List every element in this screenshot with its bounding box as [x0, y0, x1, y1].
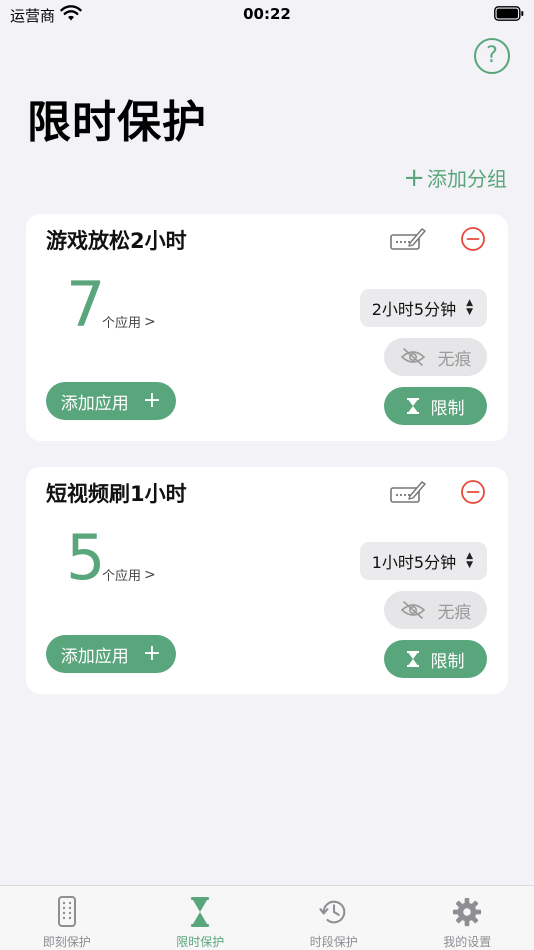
edit-icon[interactable] — [390, 479, 426, 505]
app-count: 5 — [66, 521, 106, 594]
page-title: 限时保护 — [27, 97, 207, 148]
plus-icon: + — [403, 162, 425, 193]
eye-slash-icon — [400, 601, 425, 619]
limit-label: 限制 — [430, 651, 465, 672]
phone-icon — [57, 896, 76, 927]
app-count-label: 个应用 — [102, 316, 142, 331]
add-app-label: 添加应用 — [60, 646, 129, 667]
tab-time-limit-protect[interactable]: 限时保护 — [134, 886, 268, 950]
app-count-label: 个应用 — [102, 569, 142, 584]
chevron-right-icon: > — [144, 313, 156, 330]
group-card: 游戏放松2小时 7 个应用 > 2小时5分钟 ▲ ▼ 无痕 添加应用 + 限制 — [26, 214, 508, 441]
app-list-link[interactable]: 个应用 > — [102, 312, 156, 332]
gear-icon — [453, 897, 482, 927]
limit-button[interactable]: 限制 — [384, 387, 487, 425]
add-app-button[interactable]: 添加应用 + — [46, 635, 176, 673]
tab-instant-protect[interactable]: 即刻保护 — [0, 886, 134, 950]
help-icon: ? — [486, 43, 498, 68]
clock-history-icon — [319, 900, 346, 924]
add-app-label: 添加应用 — [60, 393, 129, 414]
remove-group-icon[interactable] — [460, 226, 486, 252]
add-group-button[interactable]: + 添加分组 — [403, 163, 507, 192]
chevron-updown-icon: ▲ ▼ — [466, 298, 473, 317]
tab-schedule-protect[interactable]: 时段保护 — [267, 886, 401, 950]
add-app-button[interactable]: 添加应用 + — [46, 382, 176, 420]
traceless-button[interactable]: 无痕 — [384, 591, 487, 629]
tab-bar: 即刻保护 限时保护 时段保护 我的设置 — [0, 885, 534, 950]
time-limit-value: 2小时5分钟 — [371, 300, 457, 319]
add-group-label: 添加分组 — [427, 167, 507, 191]
hourglass-icon — [406, 398, 419, 414]
plus-icon: + — [142, 388, 162, 413]
group-name: 游戏放松2小时 — [46, 229, 187, 253]
remove-group-icon[interactable] — [460, 479, 486, 505]
edit-icon[interactable] — [390, 226, 426, 252]
tab-settings[interactable]: 我的设置 — [401, 886, 534, 950]
chevron-updown-icon: ▲ ▼ — [466, 551, 473, 570]
battery-icon — [494, 6, 524, 21]
app-list-link[interactable]: 个应用 > — [102, 565, 156, 585]
hourglass-icon — [191, 897, 210, 927]
tab-label: 我的设置 — [443, 935, 492, 949]
group-card: 短视频刷1小时 5 个应用 > 1小时5分钟 ▲ ▼ 无痕 添加应用 + 限制 — [26, 467, 508, 694]
help-button[interactable]: ? — [474, 38, 510, 74]
limit-label: 限制 — [430, 398, 465, 419]
time-limit-select[interactable]: 1小时5分钟 ▲ ▼ — [359, 542, 487, 580]
group-name: 短视频刷1小时 — [46, 482, 187, 506]
traceless-label: 无痕 — [437, 602, 472, 623]
hourglass-icon — [406, 651, 419, 667]
tab-label: 时段保护 — [309, 935, 358, 949]
limit-button[interactable]: 限制 — [384, 640, 487, 678]
status-time: 00:22 — [243, 5, 291, 23]
time-limit-value: 1小时5分钟 — [371, 553, 457, 572]
chevron-right-icon: > — [144, 566, 156, 583]
tab-label: 即刻保护 — [42, 935, 91, 949]
status-bar: 运营商 00:22 — [0, 0, 534, 30]
traceless-button[interactable]: 无痕 — [384, 338, 487, 376]
eye-slash-icon — [400, 348, 425, 366]
plus-icon: + — [142, 641, 162, 666]
time-limit-select[interactable]: 2小时5分钟 ▲ ▼ — [359, 289, 487, 327]
tab-label: 限时保护 — [176, 935, 225, 949]
app-count: 7 — [66, 268, 106, 341]
traceless-label: 无痕 — [437, 349, 472, 370]
